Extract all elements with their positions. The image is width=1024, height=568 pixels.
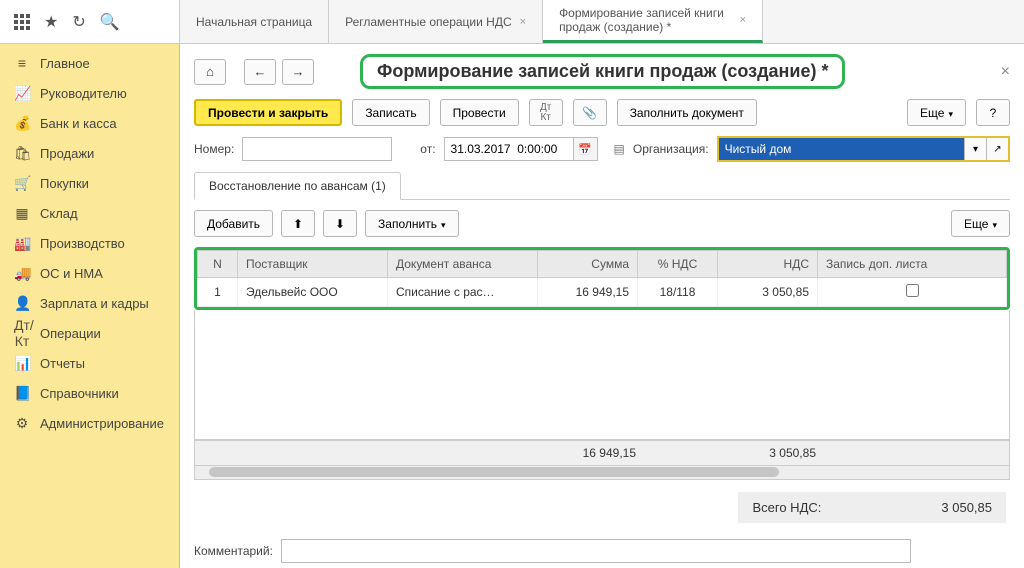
tab[interactable]: Регламентные операции НДС×	[329, 0, 543, 43]
sidebar-label: Продажи	[40, 146, 94, 161]
sidebar-icon: 🛍	[14, 145, 30, 162]
sidebar-label: Операции	[40, 326, 101, 341]
sidebar-item[interactable]: Дт/Кт Операции	[0, 318, 179, 348]
col-sum[interactable]: Сумма	[538, 251, 638, 278]
move-up-button[interactable]: ⬆	[281, 210, 315, 237]
sidebar-item[interactable]: 🛍 Продажи	[0, 138, 179, 168]
sidebar-label: Главное	[40, 56, 90, 71]
sidebar-label: Отчеты	[40, 356, 85, 371]
sidebar-icon: ▦	[14, 205, 30, 222]
extra-checkbox[interactable]	[906, 284, 919, 297]
number-input[interactable]	[242, 137, 392, 161]
sidebar-icon: 🛒	[14, 175, 30, 192]
from-label: от:	[420, 142, 435, 156]
sidebar-item[interactable]: 👤 Зарплата и кадры	[0, 288, 179, 318]
sidebar-label: Склад	[40, 206, 78, 221]
sidebar-item[interactable]: 🚚 ОС и НМА	[0, 258, 179, 288]
summary-label: Всего НДС:	[752, 500, 821, 515]
doc-icon: ▤	[614, 142, 625, 156]
post-and-close-button[interactable]: Провести и закрыть	[194, 99, 342, 126]
write-button[interactable]: Записать	[352, 99, 429, 126]
sidebar-item[interactable]: 📊 Отчеты	[0, 348, 179, 378]
sidebar-label: Справочники	[40, 386, 119, 401]
col-doc[interactable]: Документ аванса	[388, 251, 538, 278]
calendar-icon[interactable]: 📅	[574, 137, 598, 161]
org-open-button[interactable]: ↗	[986, 138, 1008, 160]
table-row[interactable]: 1Эдельвейс ОООСписание с рас…16 949,1518…	[198, 278, 1007, 307]
col-vat[interactable]: НДС	[718, 251, 818, 278]
sidebar-item[interactable]: 📈 Руководителю	[0, 78, 179, 108]
sidebar-icon: 📊	[14, 355, 30, 372]
comment-input[interactable]	[281, 539, 911, 563]
sidebar-item[interactable]: 🛒 Покупки	[0, 168, 179, 198]
help-button[interactable]: ?	[976, 99, 1010, 126]
history-icon[interactable]: ↻	[72, 12, 85, 32]
sidebar-icon: ⚙	[14, 415, 30, 432]
sidebar-label: Производство	[40, 236, 125, 251]
add-row-button[interactable]: Добавить	[194, 210, 273, 237]
page-title: Формирование записей книги продаж (созда…	[360, 54, 845, 89]
sidebar-icon: 👤	[14, 295, 30, 312]
move-down-button[interactable]: ⬇	[323, 210, 357, 237]
fill-doc-button[interactable]: Заполнить документ	[617, 99, 757, 126]
star-icon[interactable]: ★	[44, 12, 58, 32]
fill-grid-button[interactable]: Заполнить	[365, 210, 458, 237]
sidebar-label: Банк и касса	[40, 116, 117, 131]
post-button[interactable]: Провести	[440, 99, 519, 126]
sidebar-icon: Дт/Кт	[14, 317, 30, 349]
tab-close-icon[interactable]: ×	[740, 14, 746, 26]
sidebar-item[interactable]: 🏭 Производство	[0, 228, 179, 258]
comment-label: Комментарий:	[194, 544, 273, 558]
sidebar-item[interactable]: ▦ Склад	[0, 198, 179, 228]
search-icon[interactable]: 🔍	[100, 12, 120, 32]
tab-advance-restore[interactable]: Восстановление по авансам (1)	[194, 172, 401, 200]
apps-icon[interactable]	[14, 14, 30, 30]
forward-button[interactable]: →	[282, 59, 314, 85]
home-button[interactable]: ⌂	[194, 59, 226, 85]
sidebar-label: Администрирование	[40, 416, 164, 431]
sidebar-icon: 🏭	[14, 235, 30, 252]
col-n[interactable]: N	[198, 251, 238, 278]
date-input[interactable]	[444, 137, 574, 161]
sidebar-label: ОС и НМА	[40, 266, 103, 281]
tab[interactable]: Начальная страница	[180, 0, 329, 43]
total-sum: 16 949,15	[544, 446, 644, 460]
sidebar-item[interactable]: ≡ Главное	[0, 48, 179, 78]
sidebar-icon: 📘	[14, 385, 30, 402]
col-extra[interactable]: Запись доп. листа	[818, 251, 1007, 278]
sidebar-item[interactable]: 📘 Справочники	[0, 378, 179, 408]
org-input[interactable]	[719, 138, 964, 160]
sidebar-label: Руководителю	[40, 86, 127, 101]
org-dropdown-button[interactable]: ▾	[964, 138, 986, 160]
tab-close-icon[interactable]: ×	[520, 16, 526, 28]
sidebar-label: Зарплата и кадры	[40, 296, 149, 311]
org-label: Организация:	[633, 142, 709, 156]
more-button[interactable]: Еще	[907, 99, 966, 126]
col-vatrate[interactable]: % НДС	[638, 251, 718, 278]
sidebar-icon: 🚚	[14, 265, 30, 282]
sidebar-item[interactable]: 💰 Банк и касса	[0, 108, 179, 138]
sidebar-icon: ≡	[14, 55, 30, 71]
dtkt-button[interactable]: ДтКт	[529, 99, 563, 126]
number-label: Номер:	[194, 142, 234, 156]
grid-more-button[interactable]: Еще	[951, 210, 1010, 237]
horizontal-scrollbar[interactable]	[194, 466, 1010, 480]
sidebar-label: Покупки	[40, 176, 89, 191]
sidebar-item[interactable]: ⚙ Администрирование	[0, 408, 179, 438]
summary-value: 3 050,85	[941, 500, 992, 515]
back-button[interactable]: ←	[244, 59, 276, 85]
attach-button[interactable]: 📎	[573, 99, 607, 126]
close-icon[interactable]: ×	[1001, 63, 1010, 81]
total-vat: 3 050,85	[724, 446, 824, 460]
sidebar-icon: 💰	[14, 115, 30, 132]
tab[interactable]: Формирование записей книги продаж (созда…	[543, 0, 763, 43]
sidebar-icon: 📈	[14, 85, 30, 102]
col-supplier[interactable]: Поставщик	[238, 251, 388, 278]
